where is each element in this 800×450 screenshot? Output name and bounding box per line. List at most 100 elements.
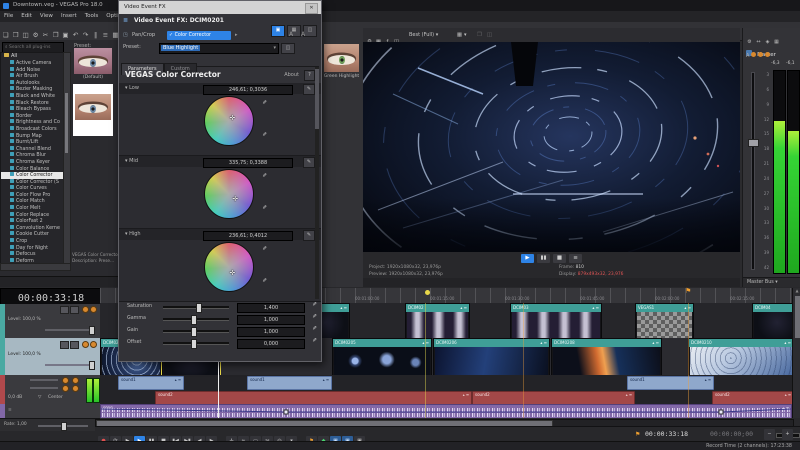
video-event[interactable]: DCIM0208 ▴ ≡ <box>551 338 662 377</box>
eyedropper-high-icon[interactable]: ✎ <box>260 100 266 105</box>
slider-value-field[interactable]: 0,000 <box>237 338 305 349</box>
wheel-crosshair[interactable]: ✛ <box>229 269 235 277</box>
fx-knob[interactable] <box>72 377 79 384</box>
pan-knob[interactable] <box>62 377 69 384</box>
fx-list-vertical-scrollbar[interactable] <box>63 52 71 265</box>
solo-button[interactable] <box>90 306 97 313</box>
fx-list-item[interactable]: Color Melt <box>1 205 64 212</box>
fx-list-item[interactable]: Bleach Bypass <box>1 106 64 113</box>
collapse-icon[interactable]: ▾ <box>119 85 128 91</box>
fx-list-item[interactable]: Brightness and Co <box>1 119 64 126</box>
menu-item[interactable]: Insert <box>61 13 77 19</box>
help-button[interactable]: ? <box>304 70 315 81</box>
slider-track[interactable] <box>163 327 229 337</box>
fx-list-item[interactable]: Color Replace <box>1 211 64 219</box>
eyedropper-icon[interactable]: ✎ <box>308 302 317 312</box>
flag-marker-icon[interactable]: ⚑ <box>685 287 691 295</box>
fx-list-item[interactable]: Bezier Masking <box>1 86 64 93</box>
color-wheel[interactable]: ✛ <box>204 242 254 292</box>
audio-event[interactable]: sound2 ▴ ≡ <box>712 391 792 405</box>
fx-list-item[interactable]: Crop <box>1 238 64 245</box>
close-icon[interactable]: ✕ <box>305 3 318 14</box>
fx-list-item[interactable]: Autolooks <box>1 79 64 87</box>
eyedropper-icon[interactable]: ✎ <box>308 326 317 336</box>
fx-list-item[interactable]: Color Match <box>1 198 64 205</box>
video-event[interactable]: DCIM02 ▴ ≡ <box>405 303 470 340</box>
fx-list-item[interactable]: Active Camera <box>1 60 64 67</box>
rate-control[interactable]: Rate: 1,00 <box>0 419 95 431</box>
cursor-position-timecode[interactable]: 00:00:33:18 <box>645 427 688 442</box>
eyedropper-high-icon[interactable]: ✎ <box>260 246 266 251</box>
overlay-grid-icon[interactable]: ▦ <box>455 28 464 42</box>
fx-list-item[interactable]: Color Balance <box>1 165 64 173</box>
scrollbar-thumb[interactable] <box>315 69 319 129</box>
video-track-2-header[interactable]: Level: 100,0 % <box>0 338 100 376</box>
plugin-enable-icon[interactable]: A <box>301 31 305 38</box>
eyedropper-target-icon[interactable]: ✎ <box>303 157 315 168</box>
audio-event[interactable]: sound1 ▴ ≡ <box>118 376 184 390</box>
fx-list-item[interactable]: Color Corrector <box>1 172 64 179</box>
color-wheel[interactable]: ✛ <box>204 96 254 146</box>
solo-knob[interactable] <box>72 385 79 392</box>
slider-track[interactable] <box>163 339 229 349</box>
audio-event[interactable]: sound1 ▴ ≡ <box>247 376 332 390</box>
fx-list-item[interactable]: Color Curves <box>1 185 64 192</box>
plugin-bypass-icon[interactable]: A <box>289 31 293 38</box>
menu-item[interactable]: Tools <box>85 13 99 19</box>
menu-item[interactable]: File <box>4 13 13 19</box>
fx-list-item[interactable]: Black and White <box>1 92 64 100</box>
about-link[interactable]: About <box>284 72 299 78</box>
track-slider[interactable] <box>30 379 58 381</box>
fx-list-horizontal-scrollbar[interactable] <box>0 263 71 271</box>
audio-event[interactable]: sound2 ▴ ≡ <box>472 391 635 405</box>
video-track-1-header[interactable]: Level: 100,0 % <box>0 304 100 339</box>
wheel-value-field[interactable]: 246,61; 0,3036 <box>203 84 293 95</box>
automation-button[interactable]: A <box>746 53 749 59</box>
fx-tree-root[interactable]: All <box>1 53 64 60</box>
fx-list-item[interactable]: Bump Map <box>1 132 64 140</box>
video-event[interactable]: DCIM0206 ▴ ≡ <box>433 338 550 377</box>
wheel-crosshair[interactable]: ✛ <box>232 195 238 203</box>
overlay-caret[interactable]: ▾ <box>464 28 467 42</box>
timeline-vertical-scrollbar[interactable]: ▲ <box>792 288 800 418</box>
video-event[interactable]: VEGAS1 ▴ ≡ <box>635 303 694 340</box>
track-fx-button[interactable] <box>60 341 69 349</box>
fx-list-item[interactable]: Convolution Kerne <box>1 224 64 232</box>
video-event[interactable]: DCIM04▴ ≡ <box>752 303 792 340</box>
menu-item[interactable]: Edit <box>21 13 32 19</box>
eyedropper-target-icon[interactable]: ✎ <box>303 230 315 241</box>
track-motion-button[interactable] <box>70 306 79 314</box>
video-event[interactable]: DCIM0210 ▴ ≡ <box>688 338 792 377</box>
rate-slider[interactable] <box>38 422 88 431</box>
eyedropper-icon[interactable]: ✎ <box>308 314 317 324</box>
slider-handle[interactable] <box>191 327 198 337</box>
fx-list-item[interactable]: Add Noise <box>1 66 64 74</box>
slider-handle[interactable] <box>191 315 198 325</box>
preset-thumbnail-green[interactable] <box>324 44 359 72</box>
plugin-chain-button[interactable]: ▣ <box>271 25 285 37</box>
slider-value-field[interactable]: 1,400 <box>237 302 305 313</box>
slider-track[interactable] <box>163 303 229 313</box>
preview-quality-dropdown[interactable]: Best (Full) ▾ <box>409 28 438 42</box>
eyedropper-high-icon[interactable]: ✎ <box>260 173 266 178</box>
level-slider[interactable] <box>45 326 95 335</box>
fx-list-item[interactable]: Air Brush <box>1 73 64 80</box>
volume-value[interactable]: 0,0 dB <box>8 395 22 400</box>
wheel-crosshair[interactable]: ✛ <box>229 114 235 122</box>
slider-value-field[interactable]: 1,000 <box>237 314 305 325</box>
track-motion-button[interactable] <box>70 341 79 349</box>
preset-dropdown[interactable]: Blue Highlight ▾ <box>159 43 279 54</box>
eyedropper-target-icon[interactable]: ✎ <box>303 84 315 95</box>
preview-play-button[interactable]: ▶ <box>521 253 534 263</box>
save-preset-button[interactable]: ◫ <box>281 43 295 54</box>
fx-list-item[interactable]: Channel Blend <box>1 145 64 153</box>
copy-snapshot-icon[interactable]: ❐ <box>475 28 484 42</box>
track-slider[interactable] <box>30 387 58 389</box>
fx-list-item[interactable]: Black Restore <box>1 99 64 107</box>
dialog-titlebar[interactable]: Video Event FX ✕ <box>119 1 321 14</box>
fx-list-item[interactable]: Border <box>1 112 64 120</box>
pan-value[interactable]: Center <box>48 395 63 400</box>
track-fx-button[interactable] <box>60 306 69 314</box>
music-track-header[interactable]: ≡ <box>0 404 100 419</box>
slider-track[interactable] <box>163 315 229 325</box>
